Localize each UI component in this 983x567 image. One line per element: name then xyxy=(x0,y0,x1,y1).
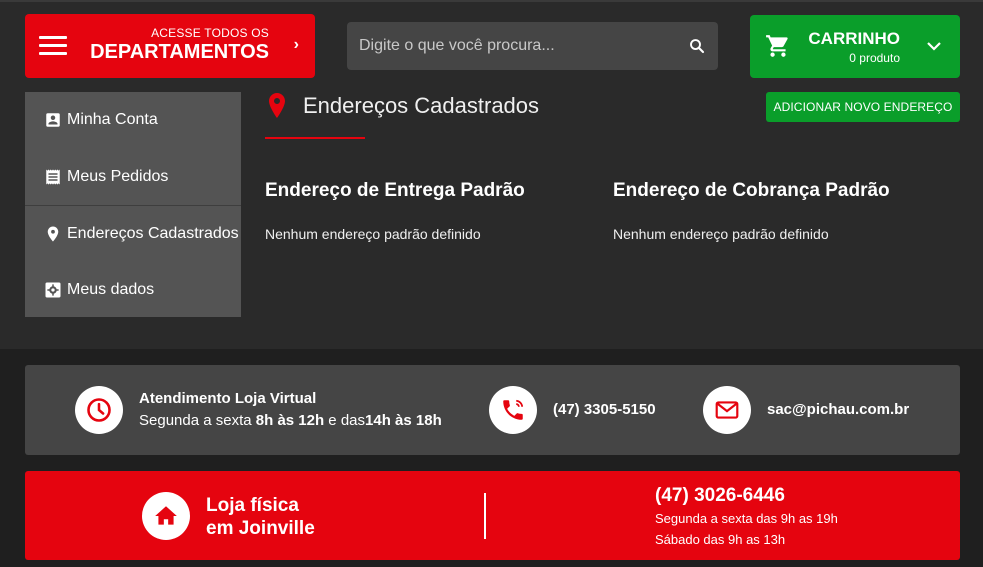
delivery-address-text: Nenhum endereço padrão definido xyxy=(265,226,481,242)
page-title-text: Endereços Cadastrados xyxy=(303,93,540,118)
sidebar-item-label: Minha Conta xyxy=(67,111,158,129)
sidebar-item-label: Meus Pedidos xyxy=(67,167,169,185)
service-hours: Segunda a sexta 8h às 12h e das14h às 18… xyxy=(139,412,442,429)
account-box-icon xyxy=(43,110,63,130)
sidebar-item-meus-dados[interactable]: Meus dados xyxy=(25,262,241,319)
chevron-down-icon xyxy=(927,42,941,51)
departments-button[interactable]: ACESSE TODOS OS DEPARTAMENTOS › xyxy=(25,14,315,78)
store-phone[interactable]: (47) 3026-6446 xyxy=(655,485,785,507)
search-icon[interactable] xyxy=(688,37,706,55)
contact-phone[interactable]: (47) 3305-5150 xyxy=(553,401,656,418)
phone-icon xyxy=(489,386,537,434)
cart-title: CARRINHO xyxy=(808,29,900,48)
sidebar-item-meus-pedidos[interactable]: Meus Pedidos xyxy=(25,149,241,206)
cart-button[interactable]: CARRINHO 0 produto xyxy=(750,15,960,78)
store-hours-saturday: Sábado das 9h as 13h xyxy=(655,532,786,547)
sidebar-item-enderecos[interactable]: Endereços Cadastrados xyxy=(25,205,241,262)
delivery-address-heading: Endereço de Entrega Padrão xyxy=(265,180,525,201)
billing-address-heading: Endereço de Cobrança Padrão xyxy=(613,180,890,201)
hamburger-icon xyxy=(39,36,67,56)
departments-top-label: ACESSE TODOS OS xyxy=(151,26,269,40)
location-pin-icon xyxy=(43,224,63,244)
cart-count: 0 produto xyxy=(849,51,900,65)
clock-icon xyxy=(75,386,123,434)
billing-address-text: Nenhum endereço padrão definido xyxy=(613,226,829,242)
site-header: ACESSE TODOS OS DEPARTAMENTOS › CARRINHO… xyxy=(0,0,983,88)
cart-icon xyxy=(766,35,788,57)
sidebar-item-minha-conta[interactable]: Minha Conta xyxy=(25,92,241,149)
mail-icon xyxy=(703,386,751,434)
settings-box-icon xyxy=(43,280,63,300)
search-bar xyxy=(347,22,718,70)
sidebar-item-label: Meus dados xyxy=(67,280,155,298)
delivery-address-section: Endereço de Entrega Padrão Nenhum endere… xyxy=(265,180,525,242)
add-address-button[interactable]: ADICIONAR NOVO ENDEREÇO xyxy=(766,92,960,122)
home-icon xyxy=(142,492,190,540)
service-title: Atendimento Loja Virtual xyxy=(139,390,317,407)
store-divider xyxy=(484,493,486,539)
search-input[interactable] xyxy=(347,22,677,70)
sidebar-item-label: Endereços Cadastrados xyxy=(67,224,239,242)
title-underline xyxy=(265,137,365,139)
account-sidebar: Minha Conta Meus Pedidos Endereços Cadas… xyxy=(25,92,241,317)
physical-store-banner: Loja física em Joinville (47) 3026-6446 … xyxy=(25,471,960,560)
chevron-right-icon: › xyxy=(293,36,299,53)
departments-main-label: DEPARTAMENTOS xyxy=(90,41,269,63)
page-title: Endereços Cadastrados xyxy=(265,92,539,120)
store-name: Loja física em Joinville xyxy=(206,495,315,539)
billing-address-section: Endereço de Cobrança Padrão Nenhum ender… xyxy=(613,180,890,242)
receipt-icon xyxy=(43,167,63,187)
contact-email[interactable]: sac@pichau.com.br xyxy=(767,401,909,418)
contact-bar: Atendimento Loja Virtual Segunda a sexta… xyxy=(25,365,960,455)
store-hours-weekday: Segunda a sexta das 9h as 19h xyxy=(655,511,838,526)
location-pin-icon xyxy=(269,93,285,118)
